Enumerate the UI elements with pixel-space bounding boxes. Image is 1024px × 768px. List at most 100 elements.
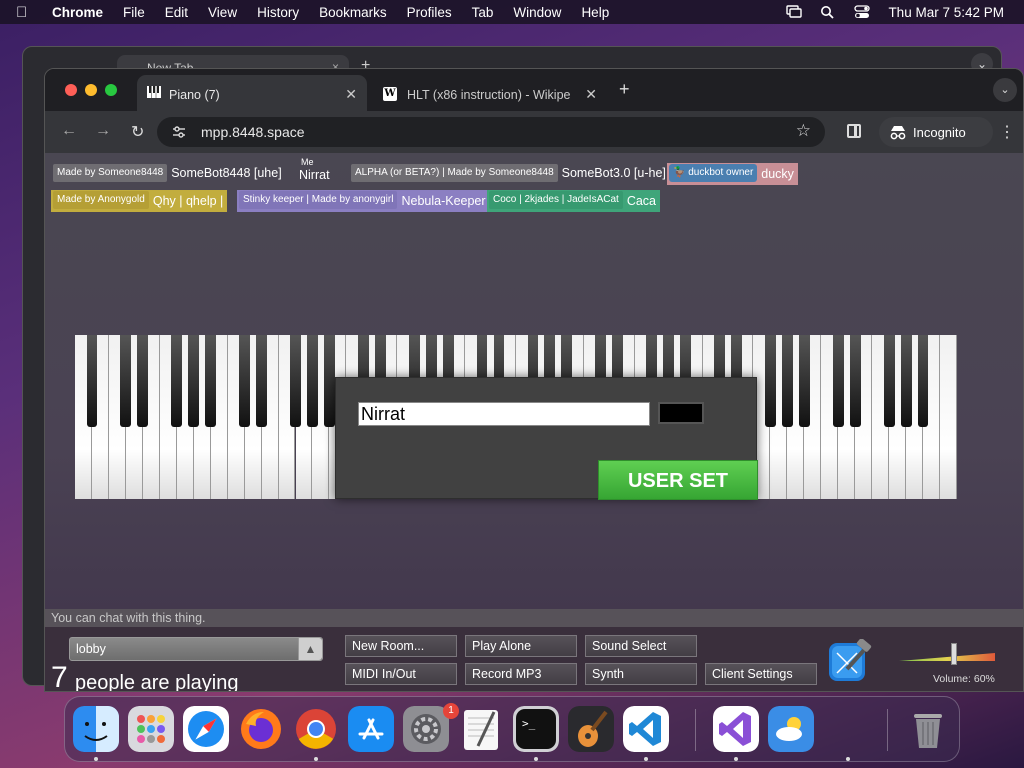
midi-in-out-button[interactable]: MIDI In/Out: [345, 663, 457, 685]
incognito-indicator[interactable]: Incognito: [879, 117, 993, 147]
bookmark-star-icon[interactable]: ☆: [796, 121, 811, 141]
menu-view[interactable]: View: [208, 5, 237, 20]
textedit-icon[interactable]: [458, 706, 504, 752]
launchpad-icon[interactable]: [128, 706, 174, 752]
firefox-icon[interactable]: [238, 706, 284, 752]
spotlight-search-icon[interactable]: [820, 5, 836, 19]
chrome-icon[interactable]: [293, 706, 339, 752]
piano-black-key[interactable]: [205, 335, 217, 427]
side-panel-icon[interactable]: [847, 124, 861, 138]
piano-white-key[interactable]: [940, 335, 957, 499]
duck-icon: 🦆: [673, 167, 686, 178]
piano-black-key[interactable]: [781, 335, 793, 427]
piano-black-key[interactable]: [137, 335, 149, 427]
control-center-icon[interactable]: [854, 5, 871, 19]
site-settings-icon[interactable]: [171, 124, 187, 140]
user-set-button[interactable]: USER SET: [598, 460, 758, 500]
terminal-icon[interactable]: >_: [513, 706, 559, 752]
tab-search-chevron-icon[interactable]: ⌄: [993, 78, 1017, 102]
menu-bookmarks[interactable]: Bookmarks: [319, 5, 387, 20]
volume-knob[interactable]: [951, 643, 957, 665]
user-tag-me[interactable]: Me Nirrat: [299, 157, 333, 187]
garageband-icon[interactable]: [568, 706, 614, 752]
sound-select-button[interactable]: Sound Select: [585, 635, 697, 657]
user-tag-somebot8448[interactable]: Made by Someone8448 SomeBot8448 [uhe]: [53, 163, 282, 183]
menu-history[interactable]: History: [257, 5, 299, 20]
menu-window[interactable]: Window: [513, 5, 561, 20]
piano-black-key[interactable]: [290, 335, 301, 427]
trash-icon[interactable]: [905, 706, 951, 752]
user-tag-ducky[interactable]: 🦆 duckbot owner ducky: [667, 163, 798, 185]
address-bar[interactable]: mpp.8448.space ☆: [157, 117, 825, 147]
piano-black-key[interactable]: [883, 335, 895, 427]
piano-black-key[interactable]: [120, 335, 132, 427]
piano-black-key[interactable]: [849, 335, 861, 427]
play-alone-button[interactable]: Play Alone: [465, 635, 577, 657]
apple-menu-icon[interactable]: : [16, 4, 38, 21]
piano-black-key[interactable]: [188, 335, 200, 427]
piano-black-key[interactable]: [307, 335, 318, 427]
back-arrow-icon[interactable]: ←: [61, 122, 77, 140]
piano-black-key[interactable]: [917, 335, 929, 427]
app-store-icon[interactable]: [348, 706, 394, 752]
tab-title: HLT (x86 instruction) - Wikipe: [407, 88, 571, 102]
safari-icon[interactable]: [183, 706, 229, 752]
room-select[interactable]: lobby ▲: [69, 637, 323, 661]
player-count-label: people are playing: [75, 672, 239, 692]
new-tab-icon[interactable]: +: [619, 79, 630, 100]
chat-input[interactable]: You can chat with this thing.: [45, 609, 1023, 627]
weather-icon[interactable]: [768, 706, 814, 752]
user-color-picker[interactable]: [658, 402, 704, 424]
menu-file[interactable]: File: [123, 5, 145, 20]
close-tab-icon[interactable]: ✕: [585, 86, 597, 103]
piano-black-key[interactable]: [798, 335, 810, 427]
menu-profiles[interactable]: Profiles: [407, 5, 452, 20]
piano-black-key[interactable]: [256, 335, 267, 427]
volume-label: Volume: 60%: [933, 673, 995, 685]
user-tag-qhy[interactable]: Made by Anonygold Qhy | qhelp |: [51, 190, 228, 212]
user-tag-caca[interactable]: Coco | 2kjades | JadeIsACat Caca: [487, 190, 661, 212]
menu-help[interactable]: Help: [581, 5, 609, 20]
close-window-button[interactable]: [65, 84, 77, 96]
piano-black-key[interactable]: [86, 335, 98, 427]
close-tab-icon[interactable]: ✕: [345, 86, 357, 103]
client-settings-button[interactable]: Client Settings: [705, 663, 817, 685]
vscode-icon[interactable]: [623, 706, 669, 752]
menu-clock[interactable]: Thu Mar 7 5:42 PM: [888, 5, 1004, 20]
tab-wikipedia[interactable]: W HLT (x86 instruction) - Wikipe ✕: [375, 75, 601, 111]
volume-slider[interactable]: Volume: 60%: [897, 637, 997, 687]
screen-mirroring-icon[interactable]: [786, 5, 803, 19]
visual-studio-icon[interactable]: [713, 706, 759, 752]
xcode-hammer-icon[interactable]: [827, 639, 873, 687]
user-name: SomeBot8448 [uhe]: [171, 166, 282, 180]
new-room-button[interactable]: New Room...: [345, 635, 457, 657]
piano-black-key[interactable]: [171, 335, 183, 427]
minimize-window-button[interactable]: [85, 84, 97, 96]
menu-tab[interactable]: Tab: [472, 5, 494, 20]
more-menu-icon[interactable]: ⋮: [999, 122, 1015, 142]
piano-black-key[interactable]: [832, 335, 844, 427]
reload-icon[interactable]: ↻: [131, 122, 144, 142]
system-settings-icon[interactable]: [403, 706, 449, 752]
running-indicator: [734, 757, 738, 761]
piano-black-key[interactable]: [239, 335, 251, 427]
username-input[interactable]: [358, 402, 650, 426]
piano-black-key[interactable]: [764, 335, 776, 427]
triangle-up-icon[interactable]: ▲: [298, 638, 322, 660]
piano-black-key[interactable]: [323, 335, 335, 427]
tab-piano[interactable]: Piano (7) ✕: [137, 75, 367, 111]
user-tag-somebot3[interactable]: ALPHA (or BETA?) | Made by Someone8448 So…: [351, 163, 666, 183]
menu-edit[interactable]: Edit: [165, 5, 188, 20]
running-indicator: [94, 757, 98, 761]
record-mp3-button[interactable]: Record MP3: [465, 663, 577, 685]
running-indicator: [534, 757, 538, 761]
synth-button[interactable]: Synth: [585, 663, 697, 685]
finder-icon[interactable]: [73, 706, 119, 752]
user-tag-nebula-keeper[interactable]: Stinky keeper | Made by anonygirl Nebula-…: [237, 190, 490, 212]
maximize-window-button[interactable]: [105, 84, 117, 96]
menu-bar:  Chrome File Edit View History Bookmark…: [0, 0, 1024, 24]
piano-black-key[interactable]: [900, 335, 912, 427]
volume-track[interactable]: [899, 653, 995, 661]
menu-app-name[interactable]: Chrome: [52, 5, 103, 20]
forward-arrow-icon[interactable]: →: [95, 122, 111, 140]
